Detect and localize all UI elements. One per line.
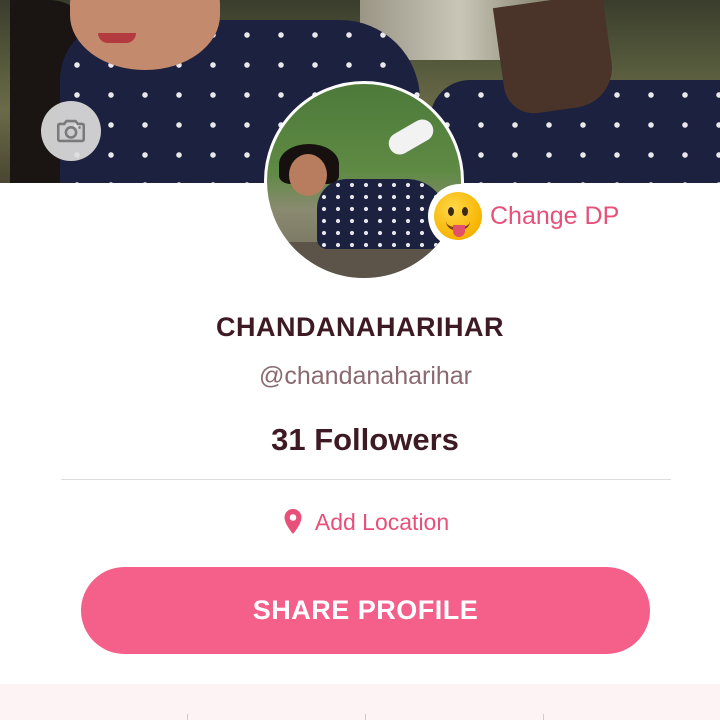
profile-avatar[interactable] [264, 81, 464, 281]
add-location-label: Add Location [314, 508, 450, 535]
share-profile-button[interactable]: SHARE PROFILE [81, 567, 650, 654]
divider [61, 479, 671, 480]
cover-photo-lips [98, 33, 136, 43]
tab-separator [365, 714, 366, 720]
change-dp-button[interactable]: Change DP [428, 184, 634, 248]
avatar-face [289, 154, 327, 196]
bottom-tab-strip [0, 684, 720, 720]
tab-separator [187, 714, 188, 720]
avatar-shoe [384, 115, 438, 159]
tongue-out-emoji-icon [434, 192, 482, 240]
display-name: CHANDANAHARIHAR [216, 312, 504, 342]
change-dp-label: Change DP [490, 201, 620, 230]
username-handle: @chandanaharihar [258, 362, 473, 390]
change-cover-button[interactable] [41, 101, 101, 161]
add-location-button[interactable]: Add Location [0, 508, 720, 536]
location-pin-icon [284, 509, 302, 534]
tab-separator [543, 714, 544, 720]
camera-icon [56, 119, 86, 143]
followers-count[interactable]: 31 Followers [0, 422, 720, 458]
